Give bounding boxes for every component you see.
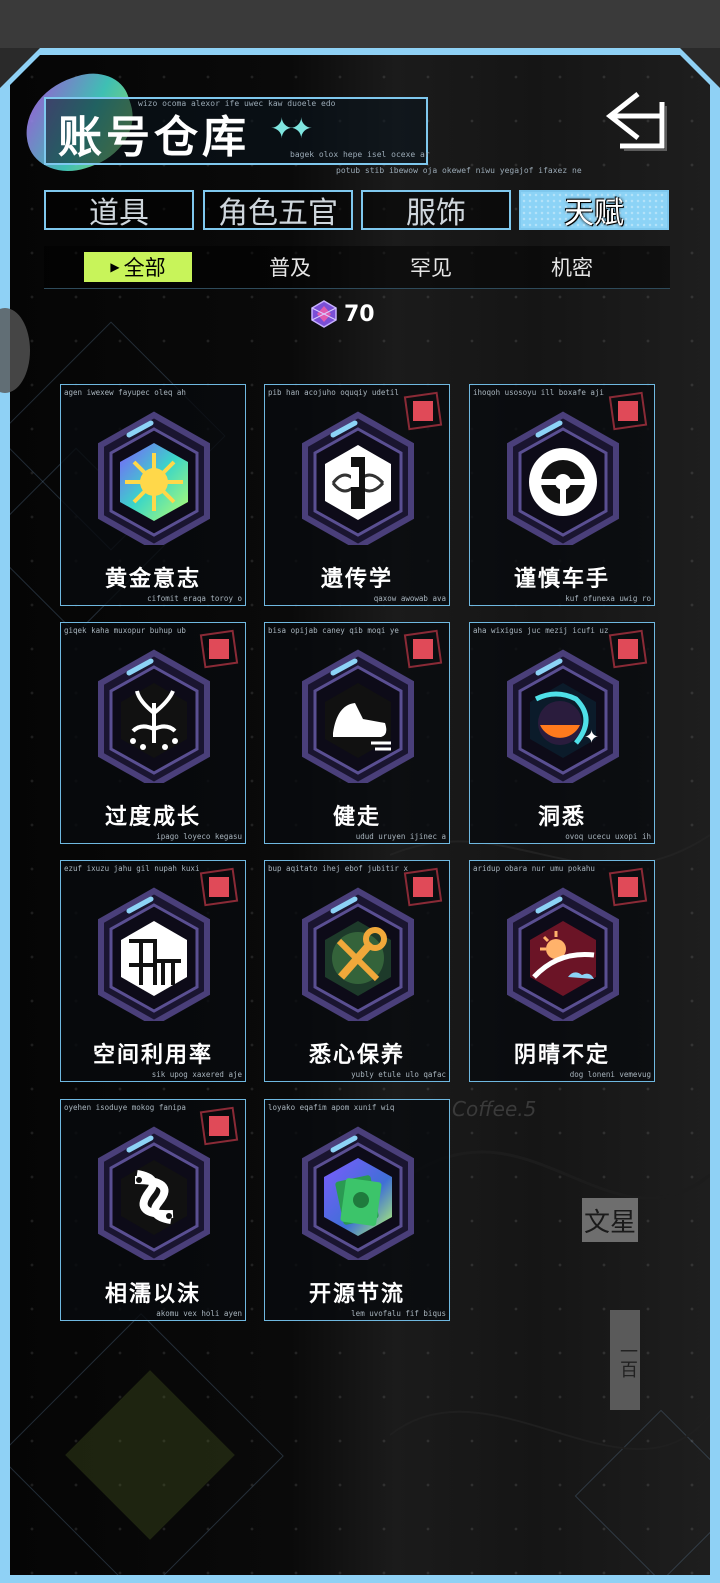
talent-card[interactable]: oyehen isoduye mokog fanipa 相濡以沫 akomu vex… bbox=[60, 1099, 246, 1321]
talent-card[interactable]: aridup obara nur umu pokahu 阴晴不定 dog lonen… bbox=[469, 860, 655, 1082]
talent-card[interactable]: giqek kaha muxopur buhup ub 过度成长 ipago loy… bbox=[60, 622, 246, 844]
tab-clothing[interactable]: 服饰 bbox=[361, 190, 511, 231]
card-micro-text: oyehen isoduye mokog fanipa bbox=[64, 1103, 186, 1112]
talent-card[interactable]: ezuf ixuzu jahu gil nupah kuxi 空间利用率 sik u… bbox=[60, 860, 246, 1082]
talent-card[interactable]: bisa opijab caney qib moqi ye 健走 udud uruy… bbox=[264, 622, 450, 844]
tab-items[interactable]: 道具 bbox=[44, 190, 194, 231]
talent-card[interactable]: aha wixigus juc mezij icufi uz ✦ 洞悉 ovoq uc… bbox=[469, 622, 655, 844]
golden-sun-icon bbox=[98, 411, 210, 545]
talent-name: 黄金意志 bbox=[104, 567, 201, 592]
talent-card[interactable]: pib han acojuho oquqiy udetil 遗传学 qaxow aw… bbox=[264, 384, 450, 606]
new-badge-icon bbox=[199, 867, 239, 907]
sparkle-icon: ✦✦ bbox=[270, 112, 313, 145]
tab-talents[interactable]: 天赋 bbox=[519, 190, 669, 231]
talent-name: 相濡以沫 bbox=[104, 1282, 201, 1307]
currency-counter: 70 bbox=[310, 296, 420, 332]
card-micro-text: ezuf ixuzu jahu gil nupah kuxi bbox=[64, 864, 200, 873]
new-badge-icon bbox=[199, 1106, 239, 1146]
bg-diamond bbox=[10, 1313, 284, 1575]
subtab-secret[interactable]: 机密 bbox=[527, 252, 617, 282]
talent-card[interactable]: ihoqoh usosoyu ill boxafe aji 谨慎车手 kuf ofu… bbox=[469, 384, 655, 606]
tab-face-features[interactable]: 角色五官 bbox=[203, 190, 353, 231]
card-micro-text: loyako eqafim apom xunif wiq bbox=[268, 1103, 395, 1112]
new-badge-icon bbox=[608, 391, 648, 431]
subtab-label: 全部 bbox=[123, 256, 166, 280]
bg-sign-coffee: Coffee.5 bbox=[452, 1097, 537, 1121]
talent-card[interactable]: bup aqitato ihej ebof jubitir x 悉心保养 yubly… bbox=[264, 860, 450, 1082]
talent-name: 遗传学 bbox=[320, 567, 393, 592]
new-badge-icon bbox=[608, 629, 648, 669]
talent-card[interactable]: loyako eqafim apom xunif wiq 开源节流 lem uvof… bbox=[264, 1099, 450, 1321]
bg-sign-shop: 一百 bbox=[610, 1310, 640, 1410]
card-micro-text: pib han acojuho oquqiy udetil bbox=[268, 388, 399, 397]
card-micro-text: qaxow awowab ava bbox=[373, 594, 446, 603]
talent-name: 阴晴不定 bbox=[513, 1043, 610, 1068]
card-micro-text: aha wixigus juc mezij icufi uz bbox=[473, 626, 609, 635]
card-micro-text: bisa opijab caney qib moqi ye bbox=[268, 626, 399, 635]
card-micro-text: giqek kaha muxopur buhup ub bbox=[64, 626, 186, 635]
new-badge-icon bbox=[608, 867, 648, 907]
card-micro-text: bup aqitato ihej ebof jubitir x bbox=[268, 864, 408, 873]
talent-name: 悉心保养 bbox=[308, 1043, 405, 1068]
title-micro-text: potub stib ibewow oja okewef niwu yegajo… bbox=[336, 166, 582, 175]
new-badge-icon bbox=[403, 867, 443, 907]
card-micro-text: ipago loyeco kegasu bbox=[156, 832, 242, 841]
talent-name: 开源节流 bbox=[308, 1282, 405, 1307]
card-micro-text: ihoqoh usosoyu ill boxafe aji bbox=[473, 388, 604, 397]
back-button[interactable] bbox=[600, 88, 680, 152]
talent-name: 谨慎车手 bbox=[513, 567, 610, 592]
top-status-bar bbox=[0, 0, 720, 48]
new-badge-icon bbox=[403, 391, 443, 431]
play-triangle-icon: ▶ bbox=[110, 260, 120, 274]
subtab-all[interactable]: ▶ 全部 bbox=[84, 252, 192, 282]
bg-sign-wenxing: 文星 bbox=[582, 1198, 638, 1242]
subtab-common[interactable]: 普及 bbox=[245, 252, 335, 282]
currency-value: 70 bbox=[344, 301, 375, 327]
subtab-rare[interactable]: 罕见 bbox=[386, 252, 476, 282]
card-micro-text: udud uruyen ijinec a bbox=[355, 832, 446, 841]
crystal-icon bbox=[311, 300, 337, 328]
card-micro-text: cifomit eraqa toroy o bbox=[147, 594, 242, 603]
cash-icon bbox=[302, 1126, 414, 1260]
card-micro-text: lem uvofalu fif biqus bbox=[351, 1309, 446, 1318]
talent-name: 空间利用率 bbox=[92, 1043, 213, 1068]
talent-name: 洞悉 bbox=[537, 805, 586, 830]
new-badge-icon bbox=[403, 629, 443, 669]
card-micro-text: dog loneni vemevug bbox=[569, 1070, 651, 1079]
card-micro-text: sik upog xaxered aje bbox=[151, 1070, 242, 1079]
card-micro-text: akomu vex holi ayen bbox=[156, 1309, 242, 1318]
card-micro-text: kuf ofunexa uwig ro bbox=[565, 594, 651, 603]
svg-text:✦: ✦ bbox=[584, 727, 599, 748]
talent-name: 健走 bbox=[332, 805, 381, 830]
new-badge-icon bbox=[199, 629, 239, 669]
card-micro-text: ovoq ucecu uxopi ih bbox=[565, 832, 651, 841]
page-title: 账号仓库 bbox=[58, 112, 250, 163]
title-micro-text: bagek olox hepe isel ocexe ar bbox=[290, 150, 430, 159]
card-micro-text: agen iwexew fayupec oleq ah bbox=[64, 388, 186, 397]
talent-card[interactable]: agen iwexew fayupec oleq ah 黄金意志 cifomit e… bbox=[60, 384, 246, 606]
talent-name: 过度成长 bbox=[104, 805, 201, 830]
card-micro-text: aridup obara nur umu pokahu bbox=[473, 864, 595, 873]
card-micro-text: yubly etule ulo qafac bbox=[351, 1070, 446, 1079]
